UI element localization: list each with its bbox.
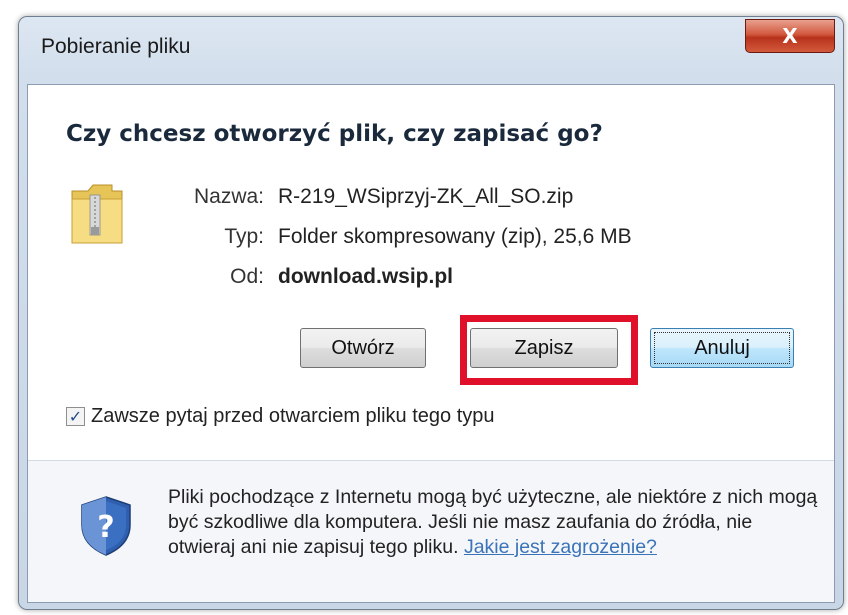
file-type-row: Typ: Folder skompresowany (zip), 25,6 MB xyxy=(148,225,632,249)
always-ask-label: Zawsze pytaj przed otwarciem pliku tego … xyxy=(91,405,495,427)
file-type-label: Typ: xyxy=(224,225,264,248)
window-title: Pobieranie pliku xyxy=(41,35,191,58)
close-button[interactable]: X xyxy=(745,19,835,53)
dialog-content: Czy chcesz otworzyć plik, czy zapisać go… xyxy=(27,84,835,603)
save-button-highlight xyxy=(460,315,638,385)
always-ask-checkbox[interactable]: ✓ xyxy=(66,407,85,426)
risk-info-link[interactable]: Jakie jest zagrożenie? xyxy=(464,536,657,558)
file-source-value: download.wsip.pl xyxy=(278,265,453,288)
open-button[interactable]: Otwórz xyxy=(300,328,426,368)
zip-folder-icon xyxy=(71,184,123,244)
file-name-value: R-219_WSiprzyj-ZK_All_SO.zip xyxy=(278,185,574,208)
focus-ring xyxy=(654,332,790,364)
file-source-row: Od: download.wsip.pl xyxy=(148,265,453,289)
warning-text: Pliki pochodzące z Internetu mogą być uż… xyxy=(168,485,818,560)
close-icon: X xyxy=(782,24,798,48)
file-source-label: Od: xyxy=(230,265,264,288)
cancel-button[interactable]: Anuluj xyxy=(650,328,794,368)
open-button-label: Otwórz xyxy=(331,336,395,359)
file-name-row: Nazwa: R-219_WSiprzyj-ZK_All_SO.zip xyxy=(148,185,573,209)
svg-text:?: ? xyxy=(97,510,114,545)
download-dialog-window: Pobieranie pliku X Czy chcesz otworzyć p… xyxy=(18,16,844,610)
dialog-question: Czy chcesz otworzyć plik, czy zapisać go… xyxy=(66,121,603,147)
file-name-label: Nazwa: xyxy=(193,185,264,208)
always-ask-option[interactable]: ✓ Zawsze pytaj przed otwarciem pliku teg… xyxy=(66,405,495,428)
shield-question-icon: ? xyxy=(81,496,131,556)
file-type-value: Folder skompresowany (zip), 25,6 MB xyxy=(278,225,632,248)
